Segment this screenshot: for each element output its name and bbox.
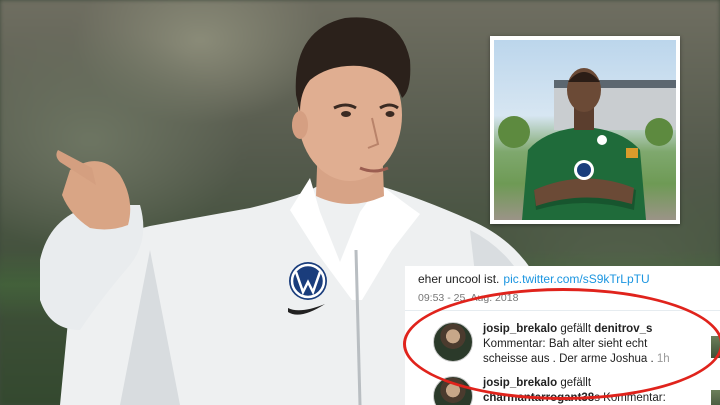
activity-comment-line2: scheisse aus . Der arme Joshua .: [483, 353, 654, 365]
activity-target[interactable]: denitrov_s: [594, 323, 652, 335]
divider: [405, 310, 720, 311]
tweet-body: eher uncool ist.: [418, 272, 500, 286]
tweet-text: eher uncool ist. pic.twitter.com/sS9kTrLp…: [418, 272, 650, 286]
activity-age: 1h: [656, 353, 670, 365]
activity-target[interactable]: charmantarrogant38: [483, 392, 594, 404]
activity-action: gefällt: [560, 323, 592, 335]
post-thumbnail[interactable]: [711, 390, 720, 405]
tweet-timestamp: 09:53 - 25. Aug. 2018: [418, 292, 519, 304]
wolfsburg-crest-icon: [597, 135, 607, 145]
avatar: [433, 376, 473, 405]
activity-text: josip_brekalo gefällt denitrov_s Komment…: [483, 322, 670, 367]
activity-user[interactable]: josip_brekalo: [483, 323, 557, 335]
tweet-card: eher uncool ist. pic.twitter.com/sS9kTrLp…: [405, 266, 720, 405]
avatar: [433, 322, 473, 362]
vw-logo-icon: [289, 262, 327, 300]
activity-action: gefällt: [560, 377, 592, 389]
post-thumbnail[interactable]: [711, 336, 720, 358]
activity-comment-line1: s Kommentar:: [594, 392, 666, 404]
inset-player-photo: [490, 36, 680, 224]
activity-comment-line1: Kommentar: Bah alter sieht echt: [483, 338, 648, 350]
tweet-link[interactable]: pic.twitter.com/sS9kTrLpTU: [503, 272, 649, 286]
activity-text: josip_brekalo gefällt charmantarrogant38…: [483, 376, 666, 405]
activity-user[interactable]: josip_brekalo: [483, 377, 557, 389]
